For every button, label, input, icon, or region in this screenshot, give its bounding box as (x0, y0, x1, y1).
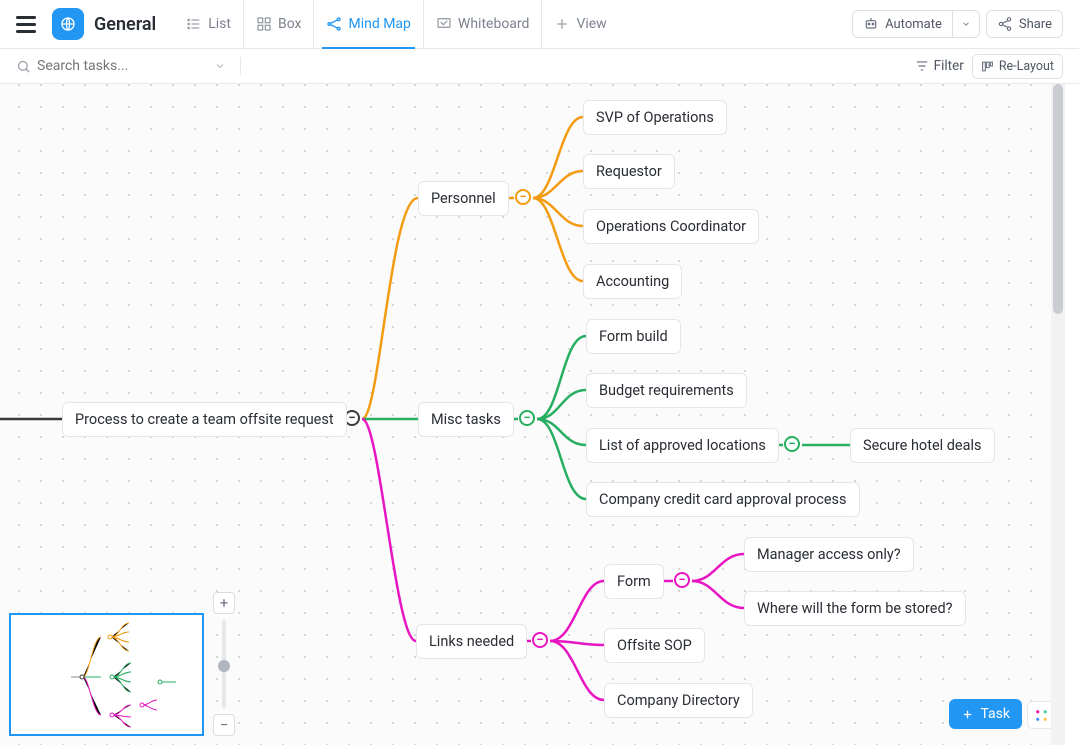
filter-button[interactable]: Filter (915, 58, 964, 74)
search-wrap (16, 58, 226, 74)
tab-mindmap-label: Mind Map (348, 16, 410, 32)
node-toggle-form[interactable]: − (674, 572, 690, 588)
node-locations[interactable]: List of approved locations (586, 428, 779, 463)
node-toggle-locations[interactable]: − (784, 436, 800, 452)
tab-whiteboard-label: Whiteboard (458, 16, 530, 32)
zoom-slider-thumb[interactable] (218, 660, 230, 672)
node-form[interactable]: Form (604, 564, 664, 599)
node-manager[interactable]: Manager access only? (744, 537, 914, 572)
zoom-slider[interactable] (222, 620, 226, 708)
search-icon (16, 59, 31, 74)
node-budget[interactable]: Budget requirements (586, 373, 747, 408)
layout-icon (981, 60, 994, 73)
filter-icon (915, 59, 929, 73)
automate-dropdown[interactable] (953, 10, 980, 38)
node-creditcard[interactable]: Company credit card approval process (586, 482, 860, 517)
scrollbar-thumb[interactable] (1053, 84, 1063, 314)
search-input[interactable] (37, 58, 177, 74)
top-toolbar: General List Box Mind Map Whiteboard Vie… (0, 0, 1079, 49)
node-accounting[interactable]: Accounting (583, 264, 682, 299)
node-personnel[interactable]: Personnel (418, 181, 509, 216)
zoom-controls: + − (213, 592, 235, 736)
node-root[interactable]: Process to create a team offsite request (62, 402, 347, 437)
tab-box-label: Box (278, 16, 302, 32)
node-svp[interactable]: SVP of Operations (583, 100, 727, 135)
share-button[interactable]: Share (986, 10, 1063, 38)
zoom-out-button[interactable]: − (213, 714, 235, 736)
node-hoteldeals[interactable]: Secure hotel deals (850, 428, 995, 463)
node-toggle-links[interactable]: − (532, 632, 548, 648)
tab-list[interactable]: List (174, 0, 243, 48)
node-opscoord[interactable]: Operations Coordinator (583, 209, 759, 244)
tab-add-view-label: View (576, 16, 606, 32)
space-icon[interactable] (52, 8, 84, 40)
node-sop[interactable]: Offsite SOP (604, 628, 705, 663)
minimap[interactable] (9, 613, 204, 736)
chevron-down-icon[interactable] (214, 60, 226, 72)
tab-whiteboard[interactable]: Whiteboard (423, 0, 542, 48)
hamburger-menu-icon[interactable] (16, 16, 36, 33)
tab-mindmap[interactable]: Mind Map (313, 0, 422, 48)
automate-button[interactable]: Automate (852, 10, 953, 38)
divider (240, 57, 241, 75)
node-toggle-personnel[interactable]: − (515, 189, 531, 205)
tab-box[interactable]: Box (243, 0, 314, 48)
node-toggle-misc[interactable]: − (519, 410, 535, 426)
chevron-down-icon (961, 19, 971, 29)
view-tabs: List Box Mind Map Whiteboard View (174, 0, 618, 48)
share-label: Share (1019, 17, 1052, 32)
mindmap-canvas[interactable]: − − − − − − Process to create a team off… (0, 84, 1065, 745)
plus-icon (961, 708, 974, 721)
tab-add-view[interactable]: View (541, 0, 618, 48)
vertical-scrollbar[interactable] (1051, 84, 1065, 745)
filter-label: Filter (934, 58, 964, 74)
node-requestor[interactable]: Requestor (583, 154, 675, 189)
node-links[interactable]: Links needed (416, 624, 527, 659)
filter-bar: Filter Re-Layout (0, 49, 1079, 84)
new-task-label: Task (980, 706, 1010, 722)
node-misc[interactable]: Misc tasks (418, 402, 514, 437)
automate-label: Automate (885, 17, 942, 32)
tab-list-label: List (208, 16, 231, 32)
space-title[interactable]: General (94, 14, 156, 35)
zoom-in-button[interactable]: + (213, 592, 235, 614)
node-formbuild[interactable]: Form build (586, 319, 681, 354)
relayout-button[interactable]: Re-Layout (972, 54, 1063, 79)
new-task-button[interactable]: Task (949, 699, 1022, 729)
relayout-label: Re-Layout (999, 59, 1054, 74)
node-directory[interactable]: Company Directory (604, 683, 753, 718)
apps-icon (1034, 708, 1049, 723)
node-formstored[interactable]: Where will the form be stored? (744, 591, 966, 626)
